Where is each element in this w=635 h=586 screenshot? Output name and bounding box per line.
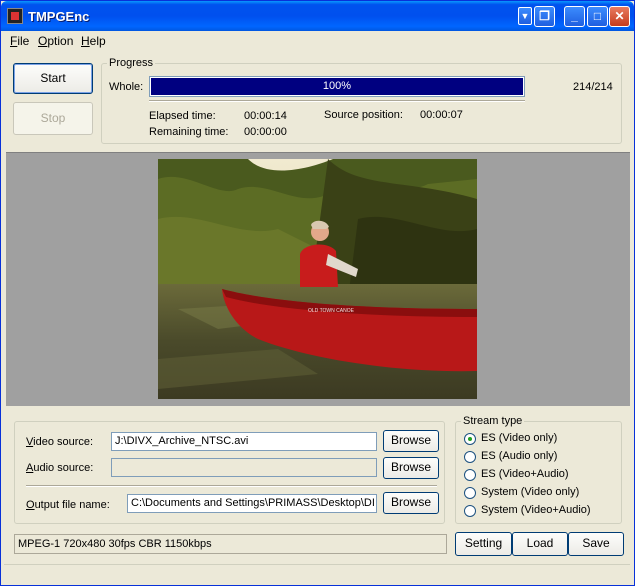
output-file-label: Output file name:	[26, 499, 110, 511]
source-position-label: Source position:	[324, 109, 403, 121]
whole-progress-bar: 100%	[149, 76, 525, 97]
menu-option[interactable]: Option	[38, 34, 73, 48]
menu-bar: File Option Help	[1, 31, 634, 51]
radio-button[interactable]	[464, 487, 476, 499]
radio-label: System (Video+Audio)	[481, 504, 591, 516]
frame-count: 214/214	[573, 81, 613, 93]
output-file-field[interactable]: C:\Documents and Settings\PRIMASS\Deskto…	[127, 494, 377, 513]
remaining-time-label: Remaining time:	[149, 126, 229, 138]
tmpgenc-app-icon[interactable]	[7, 8, 23, 24]
save-button[interactable]: Save	[568, 532, 624, 556]
video-browse-button[interactable]: Browse	[383, 430, 439, 452]
progress-group-title: Progress	[107, 57, 156, 69]
progress-separator	[149, 100, 525, 102]
video-source-label: Video source:	[26, 436, 94, 448]
audio-source-field[interactable]	[111, 458, 377, 477]
video-preview-frame: OLD TOWN CANOE	[158, 159, 477, 399]
video-source-field[interactable]: J:\DIVX_Archive_NTSC.avi	[111, 432, 377, 451]
radio-label: ES (Video only)	[481, 432, 558, 444]
encode-settings-summary: MPEG-1 720x480 30fps CBR 1150kbps	[14, 534, 447, 554]
remaining-time-value: 00:00:00	[244, 126, 287, 138]
progress-percent-text: 100%	[322, 80, 352, 92]
system-menu-dropdown-button[interactable]: ▼	[518, 7, 532, 25]
app-window: TMPGEnc ▼ ❐ _ □ ✕ File Option Help Start…	[0, 0, 635, 586]
svg-text:OLD TOWN CANOE: OLD TOWN CANOE	[308, 308, 355, 314]
canoe-scene-image: OLD TOWN CANOE	[158, 159, 477, 399]
elapsed-time-value: 00:00:14	[244, 110, 287, 122]
radio-button[interactable]	[464, 505, 476, 517]
radio-label: ES (Video+Audio)	[481, 468, 569, 480]
window-title: TMPGEnc	[28, 9, 90, 24]
load-button[interactable]: Load	[512, 532, 568, 556]
sources-separator	[26, 485, 437, 487]
preview-area: OLD TOWN CANOE	[6, 152, 630, 406]
window-layout-button[interactable]: ❐	[534, 6, 555, 27]
setting-button[interactable]: Setting	[455, 532, 512, 556]
minimize-button[interactable]: _	[564, 6, 585, 27]
whole-label: Whole:	[109, 81, 144, 93]
radio-button[interactable]	[464, 433, 476, 445]
audio-browse-button[interactable]: Browse	[383, 457, 439, 479]
elapsed-time-label: Elapsed time:	[149, 110, 216, 122]
source-position-value: 00:00:07	[420, 109, 463, 121]
radio-label: System (Video only)	[481, 486, 580, 498]
radio-button[interactable]	[464, 451, 476, 463]
menu-file[interactable]: File	[10, 34, 29, 48]
status-bar	[4, 564, 630, 584]
radio-button[interactable]	[464, 469, 476, 481]
radio-label: ES (Audio only)	[481, 450, 558, 462]
menu-help[interactable]: Help	[81, 34, 106, 48]
close-button[interactable]: ✕	[609, 6, 630, 27]
title-bar[interactable]: TMPGEnc ▼ ❐ _ □ ✕	[1, 1, 634, 31]
maximize-button[interactable]: □	[587, 6, 608, 27]
output-browse-button[interactable]: Browse	[383, 492, 439, 514]
stop-button[interactable]: Stop	[13, 102, 93, 135]
stream-type-title: Stream type	[461, 415, 525, 427]
start-button[interactable]: Start	[13, 63, 93, 94]
audio-source-label: Audio source:	[26, 462, 94, 474]
